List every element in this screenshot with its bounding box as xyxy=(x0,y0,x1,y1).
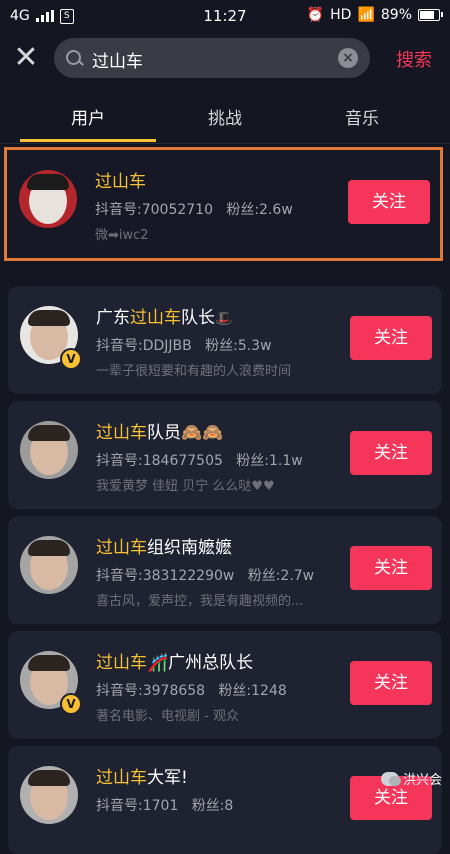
user-meta: 抖音号:70052710 粉丝:2.6w xyxy=(95,202,293,218)
user-bio: 我爱黄梦 佳妞 贝宁 么么哒♥♥ xyxy=(96,479,275,494)
user-name: 过山车队员🙈🙈 xyxy=(96,423,224,443)
close-icon[interactable]: ✕ xyxy=(12,43,40,73)
user-bio: 喜古风，爱声控，我是有趣视频的... xyxy=(96,594,304,609)
avatar[interactable] xyxy=(20,421,78,479)
follow-button[interactable]: 关注 xyxy=(350,431,432,475)
avatar[interactable] xyxy=(19,170,77,228)
user-bio: 微➡iwc2 xyxy=(95,228,149,243)
hd-label: HD xyxy=(330,7,352,23)
hat-emoji-icon: 🎩 xyxy=(215,311,233,327)
search-icon xyxy=(66,50,81,65)
tab-music[interactable]: 音乐 xyxy=(302,104,422,129)
status-bar: 4G S 11:27 ⏰ HD 📶 89% xyxy=(0,0,450,32)
follow-button[interactable]: 关注 xyxy=(350,661,432,705)
divider xyxy=(0,143,450,144)
user-meta: 抖音号:DDJJBB 粉丝:5.3w xyxy=(96,338,272,354)
tab-challenges[interactable]: 挑战 xyxy=(165,104,285,129)
user-bio: 一辈子很短要和有趣的人浪费时间 xyxy=(96,364,292,379)
battery-percent: 89% xyxy=(380,7,412,23)
follow-button[interactable]: 关注 xyxy=(350,546,432,590)
list-item[interactable]: 过山车大军! 抖音号:1701 粉丝:8 关注 xyxy=(8,746,442,854)
search-input[interactable]: 过山车 × xyxy=(54,38,370,78)
avatar[interactable] xyxy=(20,536,78,594)
list-item[interactable]: 过山车组织南嬷嬷 抖音号:383122290w 粉丝:2.7w 喜古风，爱声控，… xyxy=(8,516,442,624)
user-name: 过山车 xyxy=(95,172,146,192)
search-value[interactable]: 过山车 xyxy=(92,47,143,72)
user-name: 过山车🎢广州总队长 xyxy=(96,653,254,673)
user-bio: 著名电影、电视剧 - 观众 xyxy=(96,709,239,724)
list-item[interactable]: V 广东过山车队长🎩 抖音号:DDJJBB 粉丝:5.3w 一辈子很短要和有趣的… xyxy=(8,286,442,394)
active-tab-indicator xyxy=(20,139,156,142)
battery-icon xyxy=(418,9,443,21)
tab-users[interactable]: 用户 xyxy=(28,104,148,129)
watermark-text: 洪兴会 xyxy=(402,773,442,788)
alarm-icon: ⏰ xyxy=(306,7,325,23)
verified-badge-icon: V xyxy=(60,348,82,370)
user-meta: 抖音号:3978658 粉丝:1248 xyxy=(96,683,287,699)
user-name: 过山车组织南嬷嬷 xyxy=(96,538,232,558)
user-meta: 抖音号:1701 粉丝:8 xyxy=(96,798,234,814)
wechat-icon xyxy=(380,771,401,786)
watermark: 洪兴会 xyxy=(380,769,442,788)
user-name: 广东过山车队长🎩 xyxy=(96,308,233,328)
search-button[interactable]: 搜索 xyxy=(396,46,432,72)
user-name: 过山车大军! xyxy=(96,768,188,788)
list-item[interactable]: 过山车队员🙈🙈 抖音号:184677505 粉丝:1.1w 我爱黄梦 佳妞 贝宁… xyxy=(8,401,442,509)
clear-icon[interactable]: × xyxy=(338,48,358,68)
follow-button[interactable]: 关注 xyxy=(348,180,430,224)
avatar[interactable] xyxy=(20,766,78,824)
list-item[interactable]: V 过山车🎢广州总队长 抖音号:3978658 粉丝:1248 著名电影、电视剧… xyxy=(8,631,442,739)
user-meta: 抖音号:383122290w 粉丝:2.7w xyxy=(96,568,315,584)
user-meta: 抖音号:184677505 粉丝:1.1w xyxy=(96,453,303,469)
verified-badge-icon: V xyxy=(60,693,82,715)
follow-button[interactable]: 关注 xyxy=(350,316,432,360)
wifi-icon: 📶 xyxy=(357,7,375,23)
list-item[interactable]: 过山车 抖音号:70052710 粉丝:2.6w 微➡iwc2 关注 xyxy=(4,147,443,261)
